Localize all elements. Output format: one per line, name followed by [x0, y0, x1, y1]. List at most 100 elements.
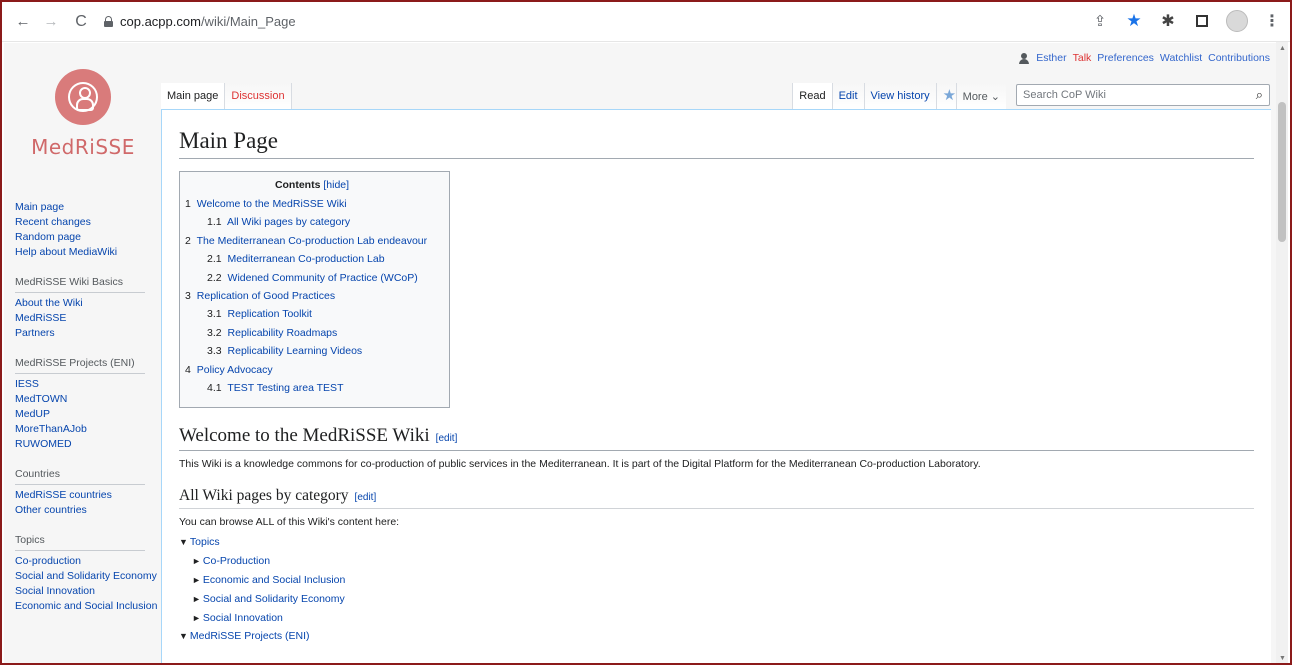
toc-item[interactable]: 3 Replication of Good Practices — [185, 287, 439, 305]
toc-item[interactable]: 3.2 Replicability Roadmaps — [185, 324, 439, 342]
sidebar-item-co-production[interactable]: Co-production — [15, 554, 162, 569]
collapsed-triangle-icon[interactable]: ► — [192, 575, 201, 585]
vertical-scrollbar[interactable]: ▲ ▼ — [1276, 42, 1288, 663]
tree-item[interactable]: ► Social Innovation — [179, 609, 1254, 628]
address-bar[interactable]: cop.acpp.com/wiki/Main_Page — [104, 14, 296, 29]
sidebar-item-morethanajob[interactable]: MoreThanAJob — [15, 422, 162, 437]
sidebar-item-random-page[interactable]: Random page — [15, 230, 162, 245]
back-icon[interactable]: ← — [12, 11, 34, 33]
section-heading-welcome: Welcome to the MedRiSSE Wiki [edit] — [179, 425, 1254, 452]
view-tabs: Read Edit View history ★ More ⌄ — [792, 83, 1006, 109]
sidebar-item-iess[interactable]: IESS — [15, 377, 162, 392]
forward-icon[interactable]: → — [40, 11, 62, 33]
tab-view-history[interactable]: View history — [863, 83, 936, 109]
portal-heading: Topics — [15, 534, 145, 551]
sidebar-item-medrisse-countries[interactable]: MedRiSSE countries — [15, 488, 162, 503]
category-tree: ▼ Topics ► Co-Production ► Economic and Soc… — [179, 533, 1254, 646]
browser-window: ← → C cop.acpp.com/wiki/Main_Page ⇪ ★ ✱ … — [0, 0, 1292, 665]
toc-list: 1 Welcome to the MedRiSSE Wiki 1.1 All W… — [185, 195, 439, 397]
sidebar-item-help[interactable]: Help about MediaWiki — [15, 245, 162, 260]
portal-heading: MedRiSSE Projects (ENI) — [15, 357, 145, 374]
tree-item[interactable]: ▼ Topics — [179, 533, 1254, 552]
toc-hide-toggle[interactable]: [hide] — [323, 179, 349, 191]
more-menu[interactable]: More ⌄ — [955, 83, 1006, 109]
menu-icon[interactable]: ⋮ — [1262, 11, 1282, 31]
logo-text: MedRiSSE — [31, 135, 135, 159]
toc-item[interactable]: 4 Policy Advocacy — [185, 361, 439, 379]
toc-item[interactable]: 2 The Mediterranean Co-production Lab en… — [185, 232, 439, 250]
profile-avatar[interactable] — [1226, 10, 1248, 32]
url-domain: cop.acpp.com — [120, 14, 201, 29]
toc-title-text: Contents — [274, 179, 321, 191]
scroll-down-icon[interactable]: ▼ — [1279, 655, 1286, 662]
tree-item[interactable]: ► Co-Production — [179, 552, 1254, 571]
page-title: Main Page — [179, 128, 1254, 159]
sidebar-item-other-countries[interactable]: Other countries — [15, 503, 162, 518]
sidebar-portal-projects: MedRiSSE Projects (ENI) IESS MedTOWN Med… — [15, 357, 162, 452]
tree-item[interactable]: ▼ MedRiSSE Projects (ENI) — [179, 627, 1254, 646]
side-panel-icon[interactable] — [1192, 11, 1212, 31]
talk-link[interactable]: Talk — [1073, 52, 1092, 64]
logo-person-icon — [55, 69, 111, 125]
toc-item[interactable]: 2.2 Widened Community of Practice (WCoP) — [185, 269, 439, 287]
main-content: Main Page Contents [hide] 1 Welcome to t… — [161, 109, 1271, 663]
user-icon — [1019, 52, 1030, 64]
edit-section-link[interactable]: [edit] — [436, 433, 458, 444]
sidebar-portal-countries: Countries MedRiSSE countries Other count… — [15, 468, 162, 518]
section-heading-category: All Wiki pages by category [edit] — [179, 487, 1254, 510]
toc-item[interactable]: 3.1 Replication Toolkit — [185, 305, 439, 323]
portal-heading: MedRiSSE Wiki Basics — [15, 276, 145, 293]
sidebar-item-inclusion[interactable]: Economic and Social Inclusion — [15, 599, 162, 614]
toc-item[interactable]: 2.1 Mediterranean Co-production Lab — [185, 250, 439, 268]
scrollbar-thumb[interactable] — [1278, 102, 1286, 242]
extensions-icon[interactable]: ✱ — [1158, 11, 1178, 31]
toc-title: Contents [hide] — [185, 179, 439, 191]
sidebar-portal-topics: Topics Co-production Social and Solidari… — [15, 534, 162, 614]
toc-item[interactable]: 4.1 TEST Testing area TEST — [185, 379, 439, 397]
collapsed-triangle-icon[interactable]: ► — [192, 594, 201, 604]
tab-main-page[interactable]: Main page — [161, 83, 226, 109]
toc-item[interactable]: 3.3 Replicability Learning Videos — [185, 342, 439, 360]
sidebar-item-medtown[interactable]: MedTOWN — [15, 392, 162, 407]
sidebar-navigation: Main page Recent changes Random page Hel… — [15, 200, 162, 260]
watch-star-icon[interactable]: ★ — [935, 83, 956, 109]
share-icon[interactable]: ⇪ — [1090, 11, 1110, 31]
sidebar-item-sse[interactable]: Social and Solidarity Economy — [15, 569, 162, 584]
sidebar-item-main-page[interactable]: Main page — [15, 200, 162, 215]
url-path: /wiki/Main_Page — [200, 14, 296, 29]
search-input[interactable]: Search CoP Wiki ⌕ — [1016, 84, 1270, 106]
tab-discussion[interactable]: Discussion — [225, 83, 292, 109]
tab-edit[interactable]: Edit — [831, 83, 864, 109]
user-link[interactable]: Esther — [1036, 52, 1066, 64]
sidebar-item-medup[interactable]: MedUP — [15, 407, 162, 422]
section-heading-text: Welcome to the MedRiSSE Wiki — [179, 425, 430, 447]
preferences-link[interactable]: Preferences — [1097, 52, 1154, 64]
tab-read[interactable]: Read — [792, 83, 832, 109]
collapsed-triangle-icon[interactable]: ► — [192, 556, 201, 566]
sidebar-item-partners[interactable]: Partners — [15, 326, 162, 341]
tree-item[interactable]: ► Social and Solidarity Economy — [179, 590, 1254, 609]
reload-icon[interactable]: C — [70, 11, 92, 33]
collapsed-triangle-icon[interactable]: ► — [192, 613, 201, 623]
sidebar-item-recent-changes[interactable]: Recent changes — [15, 215, 162, 230]
sidebar-item-ruwomed[interactable]: RUWOMED — [15, 437, 162, 452]
table-of-contents: Contents [hide] 1 Welcome to the MedRiSS… — [179, 171, 450, 409]
sidebar-item-social-innovation[interactable]: Social Innovation — [15, 584, 162, 599]
toc-item[interactable]: 1 Welcome to the MedRiSSE Wiki — [185, 195, 439, 213]
expanded-triangle-icon[interactable]: ▼ — [179, 631, 188, 641]
toc-item[interactable]: 1.1 All Wiki pages by category — [185, 213, 439, 231]
contributions-link[interactable]: Contributions — [1208, 52, 1270, 64]
site-logo[interactable]: MedRiSSE — [4, 69, 162, 159]
edit-section-link[interactable]: [edit] — [355, 492, 377, 503]
sidebar-item-medrisse[interactable]: MedRiSSE — [15, 311, 162, 326]
expanded-triangle-icon[interactable]: ▼ — [179, 537, 188, 547]
sidebar-item-about[interactable]: About the Wiki — [15, 296, 162, 311]
watchlist-link[interactable]: Watchlist — [1160, 52, 1202, 64]
browser-toolbar: ← → C cop.acpp.com/wiki/Main_Page ⇪ ★ ✱ … — [2, 2, 1290, 42]
sidebar: Main page Recent changes Random page Hel… — [4, 200, 162, 614]
tree-item[interactable]: ► Economic and Social Inclusion — [179, 571, 1254, 590]
search-icon[interactable]: ⌕ — [1256, 87, 1263, 103]
welcome-paragraph: This Wiki is a knowledge commons for co-… — [179, 458, 981, 471]
bookmark-star-icon[interactable]: ★ — [1124, 11, 1144, 31]
scroll-up-icon[interactable]: ▲ — [1279, 45, 1286, 52]
